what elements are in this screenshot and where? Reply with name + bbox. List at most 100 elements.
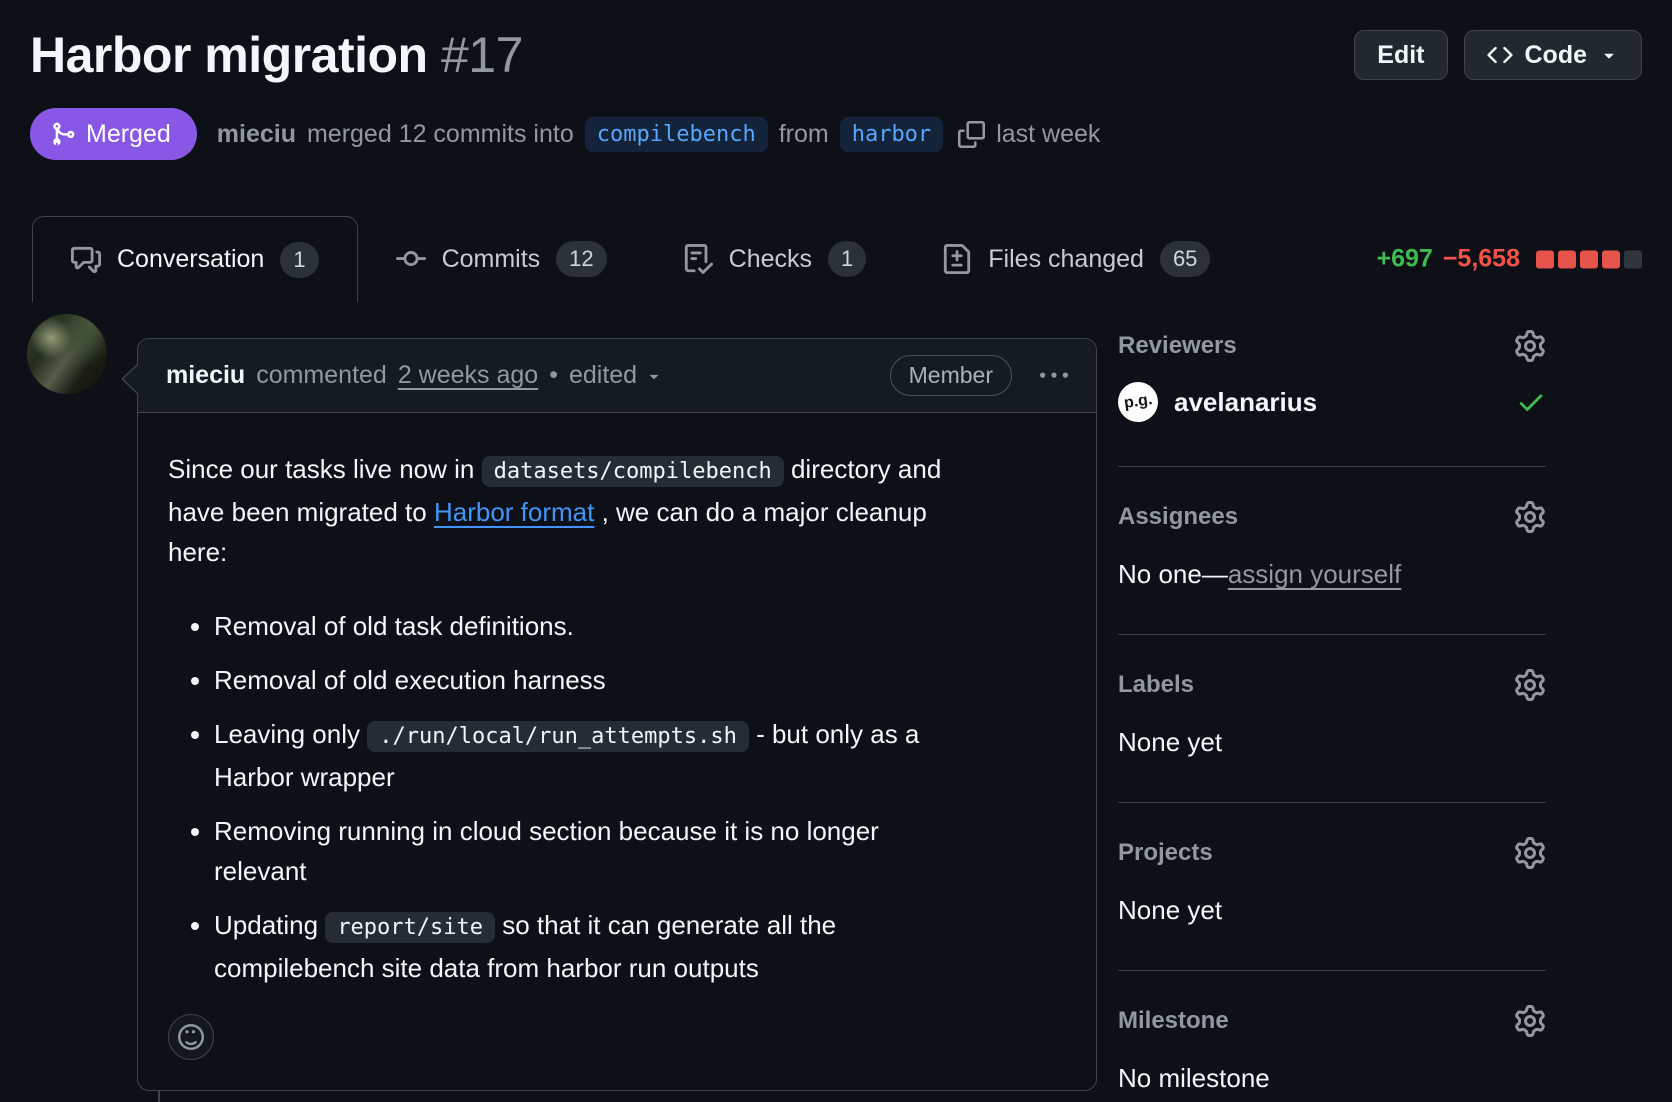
tab-commits-count: 12 [556,241,606,277]
projects-value: None yet [1118,895,1546,926]
file-diff-icon [942,244,972,274]
assignees-gear-icon[interactable] [1514,501,1546,533]
diffstat-block [1580,250,1598,268]
labels-value: None yet [1118,727,1546,758]
tab-checks-count: 1 [828,241,866,277]
tab-checks-label: Checks [729,245,812,274]
merge-summary-text: merged 12 commits into [307,120,574,149]
merge-summary: mieciu merged 12 commits into compileben… [217,117,1101,152]
pr-tabs: Conversation 1 Commits 12 Checks 1 Files… [32,216,1642,302]
reviewer-name: avelanarius [1174,387,1516,418]
sidebar-section-projects: Projects None yet [1118,803,1546,971]
diffstat: +697 −5,658 [1377,245,1642,274]
diffstat-block [1602,250,1620,268]
comment-bullet: Removal of old execution harness [214,660,1066,700]
labels-gear-icon[interactable] [1514,669,1546,701]
checklist-icon [683,244,713,274]
inline-code: report/site [325,912,495,943]
code-button[interactable]: Code [1464,30,1643,80]
dot-separator: • [549,361,558,390]
merged-status-badge: Merged [30,108,197,160]
diffstat-deletions: −5,658 [1443,245,1520,274]
comment-action-text: commented [256,361,387,390]
comment-bullet-list: Removal of old task definitions. Removal … [168,606,1066,988]
page-title: Harbor migration #17 [30,26,523,84]
pr-header: Harbor migration #17 Edit Code [30,26,1642,84]
comment-discussion-icon [71,245,101,275]
milestone-value: No milestone [1118,1063,1546,1094]
pr-main: mieciu commented 2 weeks ago • edited Me… [30,312,1642,1102]
base-branch-label[interactable]: compilebench [585,117,768,152]
comment-bullet: Removal of old task definitions. [214,606,1066,646]
inline-code: datasets/compilebench [482,456,784,487]
comment-header: mieciu commented 2 weeks ago • edited Me… [138,339,1096,413]
reviewers-title: Reviewers [1118,332,1237,360]
author-avatar[interactable] [27,314,107,394]
edited-label: edited [569,361,637,390]
code-icon [1487,42,1513,68]
tab-conversation-label: Conversation [117,245,264,274]
sidebar-section-labels: Labels None yet [1118,635,1546,803]
conversation-thread: mieciu commented 2 weeks ago • edited Me… [30,312,1097,1102]
tab-commits[interactable]: Commits 12 [358,216,645,302]
timeline-connector [158,1091,160,1102]
milestone-title: Milestone [1118,1007,1229,1035]
smiley-icon [178,1024,204,1050]
from-text: from [779,120,829,149]
comment-bullet: Leaving only ./run/local/run_attempts.sh… [214,714,1066,797]
assignees-value: No one—assign yourself [1118,559,1546,590]
comment-timestamp-link[interactable]: 2 weeks ago [398,361,538,390]
comment-paragraph: Since our tasks live now in datasets/com… [168,449,1066,572]
no-one-text: No one— [1118,559,1228,589]
diffstat-additions: +697 [1377,245,1433,274]
inline-code: ./run/local/run_attempts.sh [367,721,749,752]
pr-status-row: Merged mieciu merged 12 commits into com… [30,108,1642,160]
approved-check-icon [1516,387,1546,417]
diffstat-block [1558,250,1576,268]
reviewer-avatar: p.g. [1118,382,1158,422]
triangle-down-icon [645,367,663,385]
labels-title: Labels [1118,671,1194,699]
comment: mieciu commented 2 weeks ago • edited Me… [137,338,1097,1091]
reviewer-row[interactable]: p.g. avelanarius [1118,382,1546,422]
comment-bullet: Removing running in cloud section becaus… [214,811,1066,891]
tab-checks[interactable]: Checks 1 [645,216,905,302]
pr-author-link[interactable]: mieciu [217,120,296,149]
pr-page: Harbor migration #17 Edit Code Merged mi… [0,0,1672,1102]
code-button-label: Code [1525,41,1588,70]
copy-icon[interactable] [958,121,985,148]
assign-yourself-link[interactable]: assign yourself [1228,559,1401,589]
sidebar-section-assignees: Assignees No one—assign yourself [1118,467,1546,635]
assignees-title: Assignees [1118,503,1238,531]
tab-conversation[interactable]: Conversation 1 [32,216,358,302]
tab-conversation-count: 1 [280,242,318,278]
reviewers-gear-icon[interactable] [1514,330,1546,362]
comment-author-link[interactable]: mieciu [166,361,245,390]
tab-files-changed[interactable]: Files changed 65 [904,216,1248,302]
pr-sidebar: Reviewers p.g. avelanarius [1118,312,1546,1102]
sidebar-section-milestone: Milestone No milestone [1118,971,1546,1102]
tab-files-changed-count: 65 [1160,241,1210,277]
tab-files-changed-label: Files changed [988,245,1144,274]
member-badge: Member [890,355,1012,396]
merged-time: last week [996,120,1100,149]
diffstat-blocks [1536,250,1642,268]
add-reaction-button[interactable] [168,1014,214,1060]
projects-gear-icon[interactable] [1514,837,1546,869]
chevron-down-icon [1599,45,1619,65]
edited-dropdown[interactable]: edited [569,361,663,390]
diffstat-block [1536,250,1554,268]
milestone-gear-icon[interactable] [1514,1005,1546,1037]
head-branch-label[interactable]: harbor [840,117,943,152]
comment-bullet: Updating report/site so that it can gene… [214,905,1066,988]
header-actions: Edit Code [1354,30,1642,80]
git-commit-icon [396,244,426,274]
comment-options-kebab-icon[interactable] [1040,362,1068,390]
harbor-format-link[interactable]: Harbor format [434,497,594,527]
pr-number: #17 [441,27,523,83]
edit-button[interactable]: Edit [1354,30,1447,80]
edit-button-label: Edit [1377,41,1424,70]
tab-commits-label: Commits [442,245,541,274]
merged-status-label: Merged [86,120,171,149]
git-merge-icon [50,121,76,147]
